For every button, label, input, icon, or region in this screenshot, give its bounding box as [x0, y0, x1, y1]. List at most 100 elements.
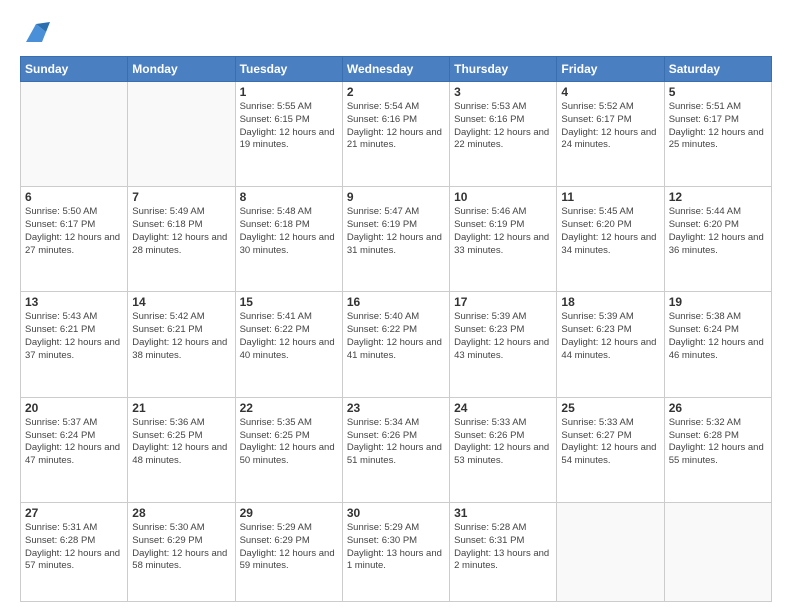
calendar-cell: 12 Sunrise: 5:44 AM Sunset: 6:20 PM Dayli… — [664, 187, 771, 292]
day-info: Sunrise: 5:51 AM Sunset: 6:17 PM Dayligh… — [669, 101, 767, 152]
weekday-header-wednesday: Wednesday — [342, 57, 449, 82]
day-number: 12 — [669, 190, 767, 204]
calendar-cell: 30 Sunrise: 5:29 AM Sunset: 6:30 PM Dayli… — [342, 502, 449, 601]
calendar-cell: 3 Sunrise: 5:53 AM Sunset: 6:16 PM Daylig… — [450, 82, 557, 187]
day-number: 28 — [132, 506, 230, 520]
day-info: Sunrise: 5:33 AM Sunset: 6:26 PM Dayligh… — [454, 417, 552, 468]
logo — [20, 18, 50, 46]
calendar-cell: 14Sunrise: 5:42 AM Sunset: 6:21 PM Dayli… — [128, 292, 235, 397]
day-info: Sunrise: 5:41 AM Sunset: 6:22 PM Dayligh… — [240, 311, 338, 362]
day-info: Sunrise: 5:55 AM Sunset: 6:15 PM Dayligh… — [240, 101, 338, 152]
day-info: Sunrise: 5:48 AM Sunset: 6:18 PM Dayligh… — [240, 206, 338, 257]
day-info: Sunrise: 5:39 AM Sunset: 6:23 PM Dayligh… — [454, 311, 552, 362]
day-number: 8 — [240, 190, 338, 204]
calendar-cell: 5 Sunrise: 5:51 AM Sunset: 6:17 PM Daylig… — [664, 82, 771, 187]
calendar-cell — [557, 502, 664, 601]
day-number: 10 — [454, 190, 552, 204]
calendar-cell: 28 Sunrise: 5:30 AM Sunset: 6:29 PM Dayli… — [128, 502, 235, 601]
day-info: Sunrise: 5:34 AM Sunset: 6:26 PM Dayligh… — [347, 417, 445, 468]
day-info: Sunrise: 5:36 AM Sunset: 6:25 PM Dayligh… — [132, 417, 230, 468]
day-info: Sunrise: 5:50 AM Sunset: 6:17 PM Dayligh… — [25, 206, 123, 257]
calendar-cell: 16 Sunrise: 5:40 AM Sunset: 6:22 PM Dayli… — [342, 292, 449, 397]
day-number: 22 — [240, 401, 338, 415]
calendar-cell: 9 Sunrise: 5:47 AM Sunset: 6:19 PM Daylig… — [342, 187, 449, 292]
page-header — [20, 18, 772, 46]
day-number: 13 — [25, 295, 123, 309]
day-number: 11 — [561, 190, 659, 204]
day-info: Sunrise: 5:53 AM Sunset: 6:16 PM Dayligh… — [454, 101, 552, 152]
weekday-header-tuesday: Tuesday — [235, 57, 342, 82]
day-info: Sunrise: 5:38 AM Sunset: 6:24 PM Dayligh… — [669, 311, 767, 362]
day-number: 30 — [347, 506, 445, 520]
day-number: 1 — [240, 85, 338, 99]
day-number: 18 — [561, 295, 659, 309]
calendar-week-row-5: 27Sunrise: 5:31 AM Sunset: 6:28 PM Dayli… — [21, 502, 772, 601]
day-number: 7 — [132, 190, 230, 204]
calendar-cell — [664, 502, 771, 601]
calendar-cell: 1 Sunrise: 5:55 AM Sunset: 6:15 PM Daylig… — [235, 82, 342, 187]
calendar-week-row-1: 1 Sunrise: 5:55 AM Sunset: 6:15 PM Daylig… — [21, 82, 772, 187]
day-info: Sunrise: 5:42 AM Sunset: 6:21 PM Dayligh… — [132, 311, 230, 362]
day-number: 23 — [347, 401, 445, 415]
day-info: Sunrise: 5:33 AM Sunset: 6:27 PM Dayligh… — [561, 417, 659, 468]
day-info: Sunrise: 5:29 AM Sunset: 6:29 PM Dayligh… — [240, 522, 338, 573]
day-info: Sunrise: 5:46 AM Sunset: 6:19 PM Dayligh… — [454, 206, 552, 257]
day-number: 4 — [561, 85, 659, 99]
day-number: 26 — [669, 401, 767, 415]
day-number: 5 — [669, 85, 767, 99]
calendar-cell: 11Sunrise: 5:45 AM Sunset: 6:20 PM Dayli… — [557, 187, 664, 292]
calendar-cell: 19Sunrise: 5:38 AM Sunset: 6:24 PM Dayli… — [664, 292, 771, 397]
calendar-cell: 22 Sunrise: 5:35 AM Sunset: 6:25 PM Dayli… — [235, 397, 342, 502]
weekday-header-thursday: Thursday — [450, 57, 557, 82]
calendar-cell — [128, 82, 235, 187]
calendar-table: SundayMondayTuesdayWednesdayThursdayFrid… — [20, 56, 772, 602]
day-info: Sunrise: 5:52 AM Sunset: 6:17 PM Dayligh… — [561, 101, 659, 152]
logo-icon — [22, 18, 50, 46]
day-info: Sunrise: 5:47 AM Sunset: 6:19 PM Dayligh… — [347, 206, 445, 257]
calendar-cell — [21, 82, 128, 187]
day-info: Sunrise: 5:39 AM Sunset: 6:23 PM Dayligh… — [561, 311, 659, 362]
day-info: Sunrise: 5:29 AM Sunset: 6:30 PM Dayligh… — [347, 522, 445, 573]
calendar-cell: 7Sunrise: 5:49 AM Sunset: 6:18 PM Daylig… — [128, 187, 235, 292]
calendar-cell: 29 Sunrise: 5:29 AM Sunset: 6:29 PM Dayli… — [235, 502, 342, 601]
day-number: 25 — [561, 401, 659, 415]
day-info: Sunrise: 5:37 AM Sunset: 6:24 PM Dayligh… — [25, 417, 123, 468]
calendar-cell: 2 Sunrise: 5:54 AM Sunset: 6:16 PM Daylig… — [342, 82, 449, 187]
day-number: 31 — [454, 506, 552, 520]
day-info: Sunrise: 5:32 AM Sunset: 6:28 PM Dayligh… — [669, 417, 767, 468]
day-number: 15 — [240, 295, 338, 309]
weekday-header-saturday: Saturday — [664, 57, 771, 82]
day-number: 6 — [25, 190, 123, 204]
day-info: Sunrise: 5:54 AM Sunset: 6:16 PM Dayligh… — [347, 101, 445, 152]
day-info: Sunrise: 5:28 AM Sunset: 6:31 PM Dayligh… — [454, 522, 552, 573]
day-number: 20 — [25, 401, 123, 415]
calendar-cell: 24 Sunrise: 5:33 AM Sunset: 6:26 PM Dayli… — [450, 397, 557, 502]
calendar-cell: 25 Sunrise: 5:33 AM Sunset: 6:27 PM Dayli… — [557, 397, 664, 502]
calendar-cell: 18 Sunrise: 5:39 AM Sunset: 6:23 PM Dayli… — [557, 292, 664, 397]
weekday-header-monday: Monday — [128, 57, 235, 82]
calendar-cell: 26 Sunrise: 5:32 AM Sunset: 6:28 PM Dayli… — [664, 397, 771, 502]
weekday-header-row: SundayMondayTuesdayWednesdayThursdayFrid… — [21, 57, 772, 82]
day-number: 16 — [347, 295, 445, 309]
calendar-cell: 10 Sunrise: 5:46 AM Sunset: 6:19 PM Dayli… — [450, 187, 557, 292]
day-number: 24 — [454, 401, 552, 415]
day-number: 21 — [132, 401, 230, 415]
day-info: Sunrise: 5:35 AM Sunset: 6:25 PM Dayligh… — [240, 417, 338, 468]
weekday-header-sunday: Sunday — [21, 57, 128, 82]
day-number: 9 — [347, 190, 445, 204]
calendar-cell: 21 Sunrise: 5:36 AM Sunset: 6:25 PM Dayli… — [128, 397, 235, 502]
day-info: Sunrise: 5:44 AM Sunset: 6:20 PM Dayligh… — [669, 206, 767, 257]
calendar-cell: 20 Sunrise: 5:37 AM Sunset: 6:24 PM Dayli… — [21, 397, 128, 502]
day-number: 3 — [454, 85, 552, 99]
calendar-cell: 6 Sunrise: 5:50 AM Sunset: 6:17 PM Daylig… — [21, 187, 128, 292]
calendar-cell: 13Sunrise: 5:43 AM Sunset: 6:21 PM Dayli… — [21, 292, 128, 397]
day-info: Sunrise: 5:40 AM Sunset: 6:22 PM Dayligh… — [347, 311, 445, 362]
day-number: 27 — [25, 506, 123, 520]
day-info: Sunrise: 5:30 AM Sunset: 6:29 PM Dayligh… — [132, 522, 230, 573]
day-number: 2 — [347, 85, 445, 99]
calendar-cell: 23 Sunrise: 5:34 AM Sunset: 6:26 PM Dayli… — [342, 397, 449, 502]
calendar-week-row-4: 20 Sunrise: 5:37 AM Sunset: 6:24 PM Dayli… — [21, 397, 772, 502]
calendar-cell: 4 Sunrise: 5:52 AM Sunset: 6:17 PM Daylig… — [557, 82, 664, 187]
calendar-cell: 8 Sunrise: 5:48 AM Sunset: 6:18 PM Daylig… — [235, 187, 342, 292]
day-number: 29 — [240, 506, 338, 520]
